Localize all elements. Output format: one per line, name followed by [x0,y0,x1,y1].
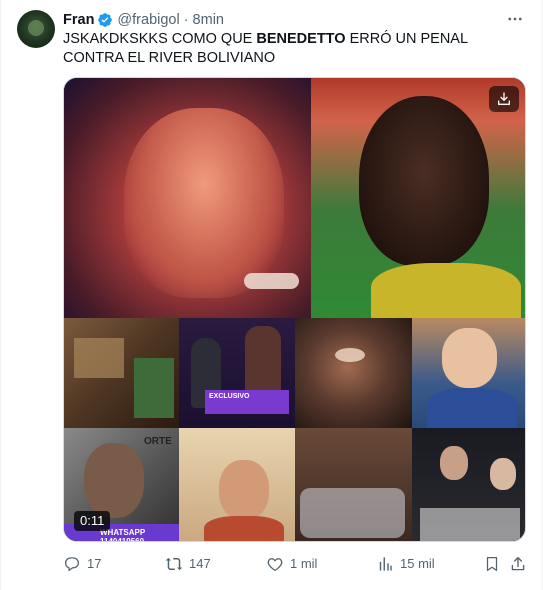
tweet-text: JSKAKDKSKKS COMO QUE BENEDETTO ERRÓ UN P… [63,30,523,68]
video-frame-room [64,318,179,428]
video-duration: 0:11 [74,511,111,531]
video-frame-tv-show: EXCLUSIVO [179,318,295,428]
portes-sign: ORTE [144,436,172,447]
repost-count: 147 [189,556,211,571]
whatsapp-banner: WHATSAPP 1140419560 [100,528,146,542]
heart-icon [267,558,283,572]
tweet-text-bold: BENEDETTO [256,31,346,47]
exclusive-label: EXCLUSIVO [209,393,250,400]
tweet-text-part: JSKAKDKSKKS COMO QUE [63,31,257,47]
video-frame-laughing [295,318,412,428]
views-icon [379,557,392,571]
action-bar: 17 147 1 mil 15 mil [63,553,528,575]
separator-dot: · [183,12,189,28]
author-handle[interactable]: @frabigol [117,12,179,28]
tweet-timestamp[interactable]: 8min [193,12,224,28]
verified-badge-icon [98,13,113,27]
video-frame-bed [295,428,412,541]
bookmark-button[interactable] [483,553,507,575]
share-button[interactable] [509,553,533,575]
more-options-button[interactable] [504,10,526,28]
repost-button[interactable]: 147 [165,553,211,575]
bookmark-icon [486,556,498,572]
like-count: 1 mil [290,556,318,571]
tweet-card[interactable]: Fran @frabigol · 8min JSKAKDKSKKS COMO Q… [0,0,543,590]
video-player[interactable]: EXCLUSIVO WHATSAPP 1140419560 ORTE 0:11 [63,77,526,542]
video-frame-closeup [64,78,311,318]
download-button[interactable] [489,86,519,112]
video-frame-dinner [412,428,525,541]
reply-count: 17 [87,556,102,571]
video-frame-player [311,78,525,318]
reply-icon [64,557,80,572]
more-horizontal-icon [508,17,522,21]
author-name[interactable]: Fran [63,12,94,28]
views-count: 15 mil [400,556,435,571]
views-button[interactable]: 15 mil [376,553,435,575]
repost-icon [165,557,183,571]
avatar[interactable] [17,10,55,48]
reply-button[interactable]: 17 [63,553,101,575]
like-button[interactable]: 1 mil [266,553,317,575]
video-frame-selfie [179,428,295,541]
download-icon [498,92,510,105]
video-frame-streamer [412,318,525,428]
tweet-header: Fran @frabigol · 8min [63,11,224,29]
share-icon [511,556,525,571]
